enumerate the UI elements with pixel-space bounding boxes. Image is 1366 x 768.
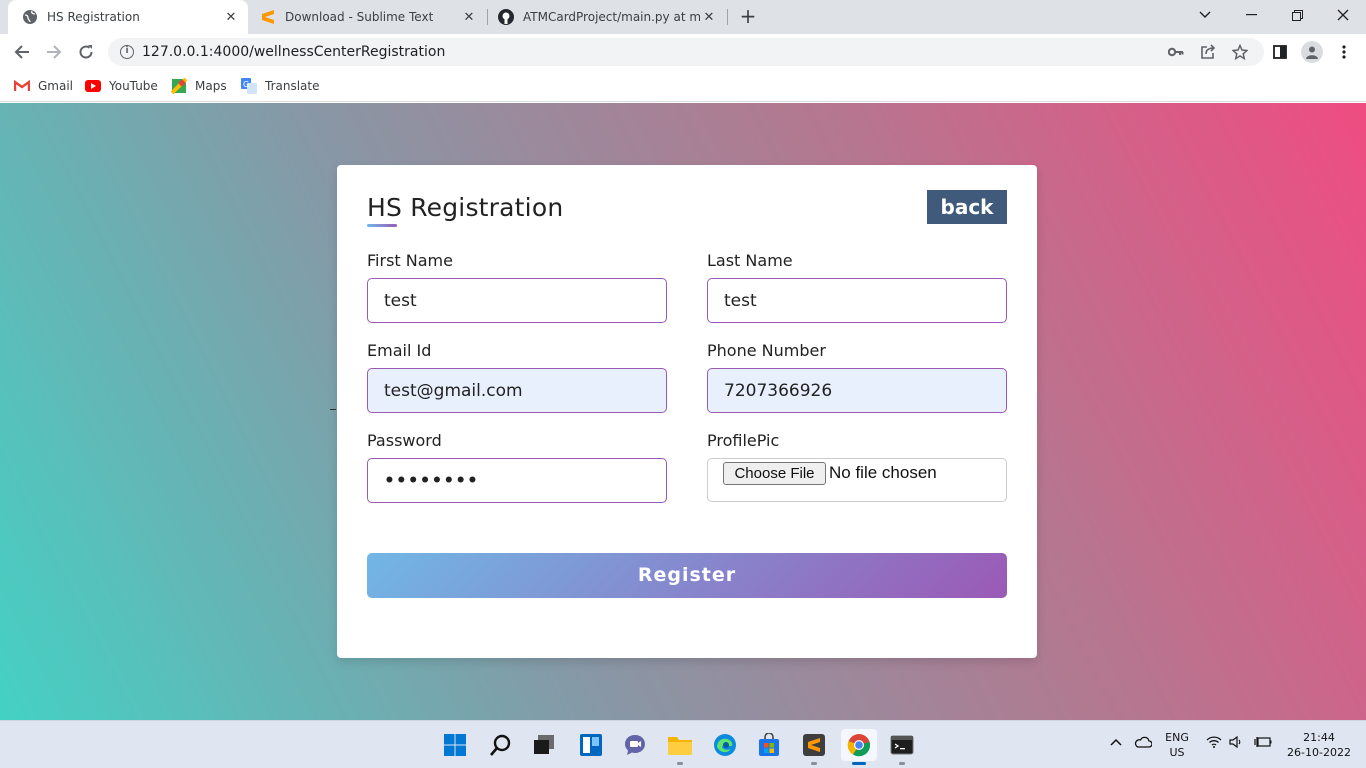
clock[interactable]: 21:44 26-10-2022 bbox=[1282, 730, 1356, 760]
choose-file-button[interactable]: Choose File bbox=[723, 462, 826, 485]
url-text: 127.0.0.1:4000/wellnessCenterRegistratio… bbox=[142, 44, 446, 60]
phone-label: Phone Number bbox=[707, 341, 826, 360]
terminal-icon[interactable] bbox=[886, 729, 918, 765]
tab-title: HS Registration bbox=[47, 10, 140, 24]
address-bar[interactable]: i 127.0.0.1:4000/wellnessCenterRegistrat… bbox=[108, 38, 1264, 66]
clock-date: 26-10-2022 bbox=[1287, 746, 1351, 759]
browser-toolbar: i 127.0.0.1:4000/wellnessCenterRegistrat… bbox=[0, 34, 1366, 70]
bookmark-label: Maps bbox=[195, 79, 227, 93]
page-background: HS Registration back First Name test Las… bbox=[0, 103, 1366, 720]
running-indicator bbox=[811, 762, 817, 765]
maps-icon bbox=[171, 78, 187, 94]
close-tab-icon[interactable]: ✕ bbox=[222, 10, 240, 25]
password-field[interactable]: •••••••• bbox=[367, 458, 667, 503]
language-indicator[interactable]: ENG US bbox=[1160, 730, 1194, 760]
profile-pic-label: ProfilePic bbox=[707, 431, 780, 450]
translate-icon: G bbox=[241, 78, 257, 94]
phone-field[interactable]: 7207366926 bbox=[707, 368, 1007, 413]
back-button[interactable]: back bbox=[927, 190, 1007, 224]
tab-title: ATMCardProject/main.py at main bbox=[523, 10, 700, 24]
store-icon[interactable] bbox=[753, 729, 785, 761]
youtube-icon bbox=[85, 78, 101, 94]
widgets-icon[interactable] bbox=[575, 729, 607, 761]
title-underline bbox=[367, 224, 397, 227]
file-explorer-icon[interactable] bbox=[664, 729, 696, 765]
file-status: No file chosen bbox=[829, 463, 937, 482]
clock-time: 21:44 bbox=[1303, 731, 1335, 744]
new-tab-button[interactable]: + bbox=[737, 5, 759, 27]
minimize-icon[interactable] bbox=[1228, 0, 1274, 30]
bookmark-star-icon[interactable] bbox=[1230, 42, 1250, 62]
bookmark-translate[interactable]: G Translate bbox=[241, 76, 320, 96]
back-arrow-icon[interactable] bbox=[10, 40, 34, 64]
running-indicator bbox=[677, 762, 683, 765]
key-icon[interactable] bbox=[1166, 42, 1186, 62]
svg-text:G: G bbox=[243, 80, 249, 89]
first-name-field[interactable]: test bbox=[367, 278, 667, 323]
first-name-label: First Name bbox=[367, 251, 453, 270]
github-icon bbox=[498, 9, 514, 25]
email-label: Email Id bbox=[367, 341, 432, 360]
wifi-icon[interactable] bbox=[1206, 736, 1222, 751]
tab-sublime-download[interactable]: Download - Sublime Text ✕ bbox=[250, 0, 486, 34]
sublime-icon bbox=[260, 9, 276, 25]
tab-hs-registration[interactable]: HS Registration ✕ bbox=[8, 0, 248, 34]
edge-icon[interactable] bbox=[709, 729, 741, 761]
menu-kebab-icon[interactable] bbox=[1334, 42, 1354, 62]
close-tab-icon[interactable]: ✕ bbox=[700, 10, 718, 25]
windows-taskbar: ENG US 21:44 26-10-2022 bbox=[0, 720, 1366, 768]
language-line2: US bbox=[1169, 746, 1185, 759]
battery-charging-icon[interactable] bbox=[1254, 736, 1272, 751]
page-title: HS Registration bbox=[367, 193, 564, 222]
share-icon[interactable] bbox=[1198, 42, 1218, 62]
last-name-field[interactable]: test bbox=[707, 278, 1007, 323]
bookmark-maps[interactable]: Maps bbox=[171, 76, 227, 96]
tab-title: Download - Sublime Text bbox=[285, 10, 434, 24]
running-indicator bbox=[899, 762, 905, 765]
active-indicator bbox=[852, 762, 866, 765]
side-panel-icon[interactable] bbox=[1270, 42, 1290, 62]
email-field[interactable]: test@gmail.com bbox=[367, 368, 667, 413]
register-button[interactable]: Register bbox=[367, 553, 1007, 598]
bookmark-label: YouTube bbox=[109, 79, 158, 93]
gmail-icon bbox=[14, 78, 30, 94]
forward-arrow-icon[interactable] bbox=[42, 40, 66, 64]
bookmark-youtube[interactable]: YouTube bbox=[85, 76, 158, 96]
last-name-label: Last Name bbox=[707, 251, 793, 270]
site-info-icon[interactable]: i bbox=[120, 45, 134, 59]
tab-separator bbox=[727, 9, 728, 25]
chrome-icon[interactable] bbox=[841, 729, 877, 765]
close-tab-icon[interactable]: ✕ bbox=[460, 10, 478, 25]
password-label: Password bbox=[367, 431, 442, 450]
search-icon[interactable] bbox=[485, 729, 517, 761]
windows-start-icon[interactable] bbox=[439, 729, 471, 761]
bookmarks-bar: Gmail YouTube Maps G Translate bbox=[0, 70, 1366, 102]
stray-dash bbox=[330, 409, 336, 410]
tab-search-icon[interactable] bbox=[1182, 0, 1228, 30]
close-window-icon[interactable] bbox=[1320, 0, 1366, 30]
bookmark-gmail[interactable]: Gmail bbox=[14, 76, 73, 96]
volume-icon[interactable] bbox=[1229, 735, 1245, 751]
tab-separator bbox=[487, 9, 488, 25]
tab-strip: HS Registration ✕ Download - Sublime Tex… bbox=[0, 0, 1366, 34]
bookmark-label: Translate bbox=[265, 79, 320, 93]
bookmark-label: Gmail bbox=[38, 79, 74, 93]
globe-icon bbox=[22, 9, 38, 25]
onedrive-cloud-icon[interactable] bbox=[1134, 736, 1153, 751]
language-line1: ENG bbox=[1165, 731, 1189, 744]
reload-icon[interactable] bbox=[74, 40, 98, 64]
profile-avatar-icon[interactable] bbox=[1301, 41, 1323, 63]
teams-chat-icon[interactable] bbox=[619, 729, 651, 761]
restore-icon[interactable] bbox=[1274, 0, 1320, 30]
sublime-text-icon[interactable] bbox=[798, 729, 830, 765]
profile-pic-input: Choose File No file chosen bbox=[707, 458, 1007, 502]
chevron-up-icon[interactable] bbox=[1110, 736, 1122, 749]
task-view-icon[interactable] bbox=[528, 729, 560, 761]
tab-github-atm[interactable]: ATMCardProject/main.py at main ✕ bbox=[490, 0, 726, 34]
registration-card: HS Registration back First Name test Las… bbox=[337, 165, 1037, 658]
